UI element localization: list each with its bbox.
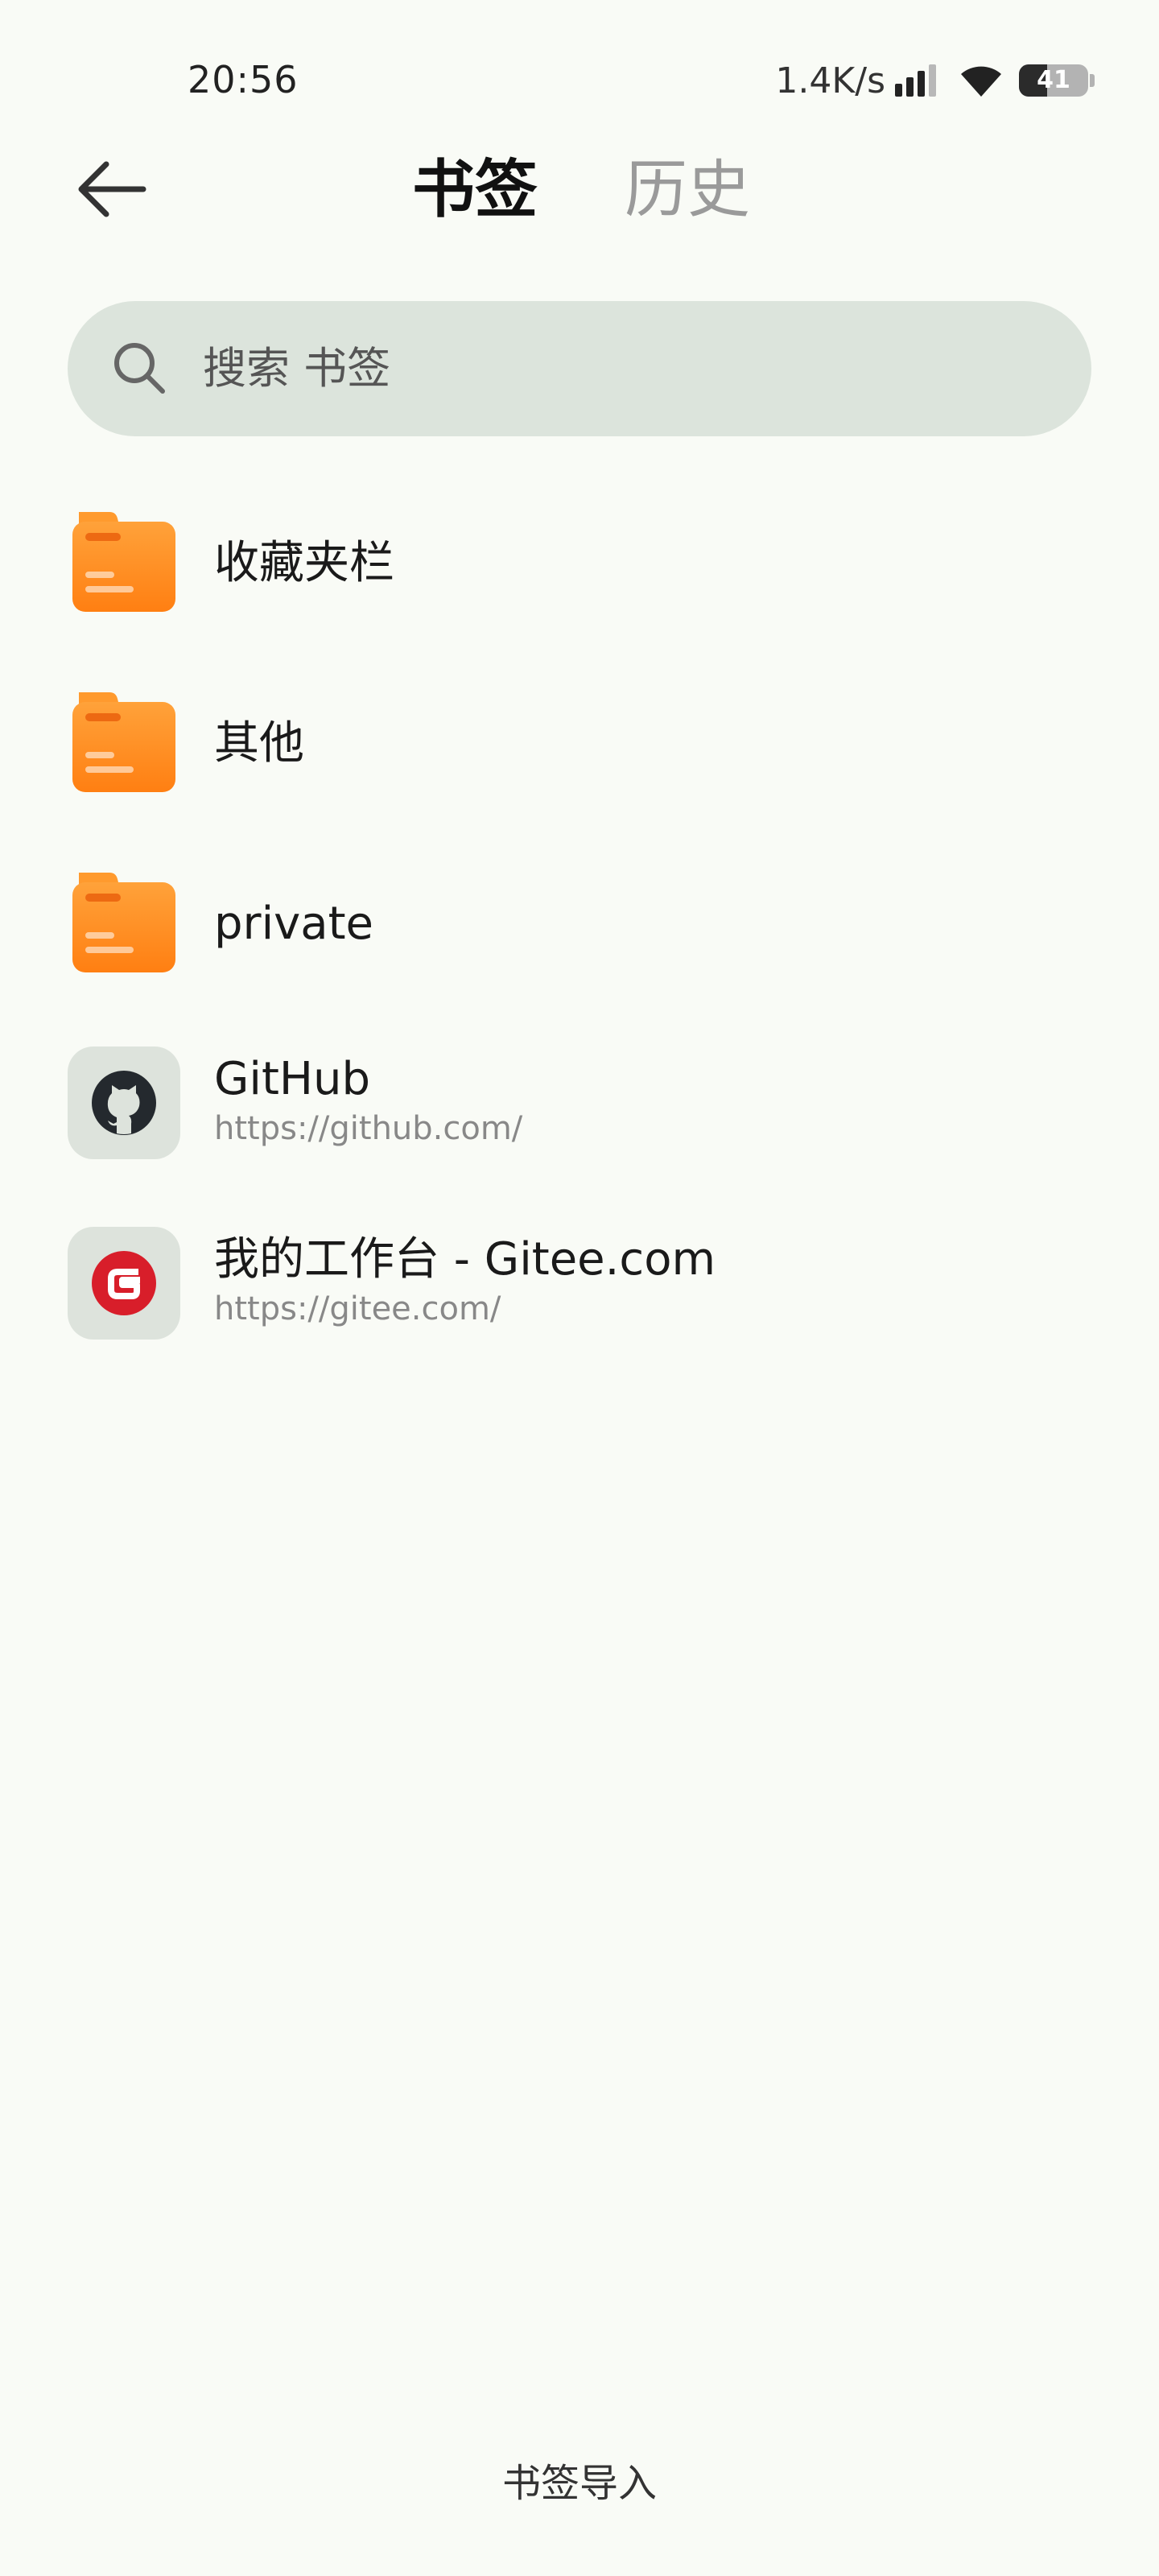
battery-level: 41 <box>1037 66 1070 94</box>
folder-title: 收藏夹栏 <box>214 537 394 589</box>
wifi-icon <box>961 66 1001 97</box>
status-indicators: 1.4K/s 41 <box>775 58 1095 103</box>
folder-title: 其他 <box>214 717 304 770</box>
tab-history[interactable]: 历史 <box>625 142 750 238</box>
folder-icon <box>72 512 175 612</box>
bookmark-title: 我的工作台 - Gitee.com <box>214 1233 716 1286</box>
bookmark-url: https://gitee.com/ <box>214 1290 501 1327</box>
folder-item-favorites[interactable]: 收藏夹栏 <box>0 483 1159 644</box>
folder-title: private <box>214 898 373 950</box>
gitee-icon <box>92 1251 156 1315</box>
bookmark-item-github[interactable]: GitHub https://github.com/ <box>0 1014 1159 1175</box>
import-bookmarks-button[interactable]: 书签导入 <box>0 2447 1159 2520</box>
search-input[interactable]: 搜索 书签 <box>203 301 390 436</box>
folder-icon <box>72 692 175 792</box>
battery-tip <box>1090 74 1095 87</box>
favicon-container <box>68 1227 180 1340</box>
bookmarks-page: 20:56 1.4K/s 41 书签 历史 搜索 书签 收藏夹栏 其他 priv… <box>0 0 1159 2576</box>
battery-icon: 41 <box>1019 64 1088 97</box>
network-speed: 1.4K/s <box>775 60 885 101</box>
github-icon <box>92 1071 156 1135</box>
status-bar: 20:56 1.4K/s 41 <box>0 0 1159 129</box>
favicon-container <box>68 1046 180 1159</box>
tab-bar: 书签 历史 <box>0 142 1159 238</box>
bookmark-url: https://github.com/ <box>214 1110 523 1147</box>
bookmark-title: GitHub <box>214 1053 371 1105</box>
search-bar[interactable]: 搜索 书签 <box>68 301 1091 436</box>
search-icon <box>114 343 165 394</box>
signal-icon <box>895 64 940 97</box>
folder-item-private[interactable]: private <box>0 844 1159 1005</box>
folder-icon <box>72 873 175 972</box>
bookmark-item-gitee[interactable]: 我的工作台 - Gitee.com https://gitee.com/ <box>0 1195 1159 1356</box>
folder-item-other[interactable]: 其他 <box>0 663 1159 824</box>
status-time: 20:56 <box>188 58 299 101</box>
tab-bookmarks[interactable]: 书签 <box>412 142 538 238</box>
